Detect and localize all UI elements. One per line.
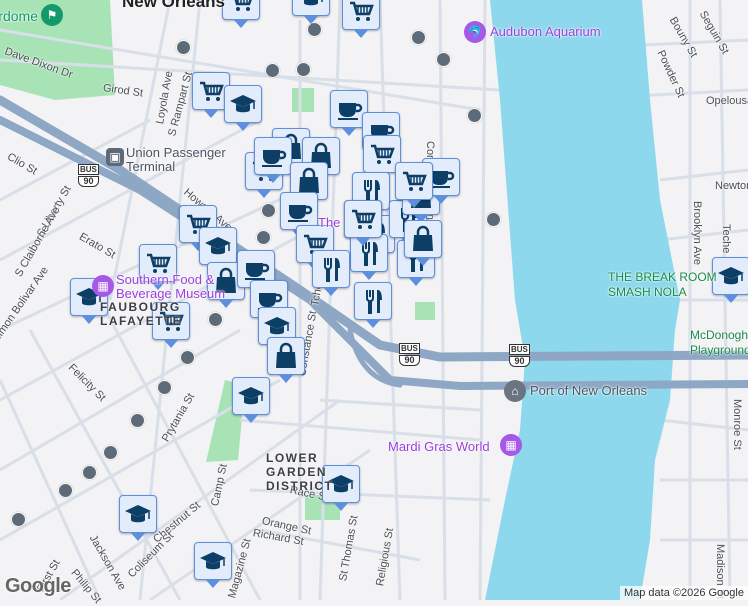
streetcar-stop-icon[interactable] — [436, 52, 451, 67]
mississippi-river — [485, 0, 680, 600]
superdome-pin-icon[interactable]: ⚑ — [41, 4, 63, 26]
place-marker-cart[interactable] — [342, 0, 380, 38]
poi-audubon-aquarium[interactable]: Audubon Aquarium — [490, 25, 601, 39]
poi-mcdonogh-playground[interactable]: McDonogh Playground — [690, 328, 748, 358]
port-pin-icon[interactable]: ⌂ — [504, 380, 526, 402]
lafayette-square — [292, 88, 314, 112]
streetcar-stop-icon[interactable] — [130, 413, 145, 428]
street-label: Newton St — [715, 180, 748, 192]
museum-pin-icon[interactable]: ▦ — [92, 275, 114, 297]
city-label: New Orleans — [122, 0, 225, 11]
fork-knife-icon — [366, 290, 382, 314]
place-marker-grad[interactable] — [119, 495, 157, 541]
place-marker-cart[interactable] — [222, 0, 260, 28]
graduation-cap-icon — [200, 552, 226, 570]
streetcar-stop-icon[interactable] — [467, 108, 482, 123]
aquarium-pin-icon[interactable]: 🐬 — [464, 21, 486, 43]
street-line — [438, 0, 447, 600]
route-shield-bus-90: BUS 90 — [78, 164, 99, 187]
streetcar-stop-icon[interactable] — [208, 312, 223, 327]
place-marker-cart[interactable] — [344, 200, 382, 246]
fork-knife-icon — [324, 258, 340, 282]
streetcar-stop-icon[interactable] — [265, 63, 280, 78]
google-logo[interactable]: Google — [5, 575, 71, 598]
street-label: Opelousas Ave — [706, 95, 748, 107]
coffee-cup-icon — [288, 205, 313, 222]
graduation-cap-icon — [125, 505, 151, 523]
place-marker-grad[interactable] — [292, 0, 330, 24]
place-marker-fork[interactable] — [312, 250, 350, 296]
shopping-cart-icon — [403, 171, 427, 191]
place-marker-grad[interactable] — [232, 377, 270, 423]
streetcar-stop-icon[interactable] — [411, 30, 426, 45]
place-marker-fork[interactable] — [354, 282, 392, 328]
shopping-bag-icon — [299, 167, 319, 193]
streetcar-stop-icon[interactable] — [11, 512, 26, 527]
streetcar-stop-icon[interactable] — [256, 230, 271, 245]
streetcar-stop-icon[interactable] — [82, 465, 97, 480]
shopping-cart-icon — [234, 0, 252, 11]
place-marker-grad[interactable] — [199, 227, 237, 273]
place-marker-grad[interactable] — [194, 542, 232, 588]
coffee-cup-icon — [338, 103, 363, 120]
shopping-cart-icon — [352, 209, 376, 229]
shopping-cart-icon — [371, 144, 395, 164]
streetcar-stop-icon[interactable] — [261, 203, 276, 218]
route-shield-bus-90: BUS 90 — [399, 343, 420, 366]
area-faubourg-lafayette: FAUBOURG LAFAYETTE — [100, 300, 183, 328]
place-marker-cart[interactable] — [395, 162, 433, 208]
graduation-cap-icon — [238, 387, 264, 405]
map-attribution[interactable]: Map data ©2026 Google — [619, 586, 748, 600]
graduation-cap-icon — [230, 95, 256, 113]
coffee-cup-icon — [262, 150, 287, 167]
streetcar-stop-icon[interactable] — [307, 22, 322, 37]
street-label: Monroe St — [731, 399, 743, 450]
shield-type: BUS — [399, 343, 420, 354]
shield-number: 90 — [509, 356, 530, 367]
streetcar-stop-icon[interactable] — [58, 483, 73, 498]
shield-type: BUS — [509, 344, 530, 355]
graduation-cap-icon — [205, 237, 231, 255]
street-label: Brooklyn Ave — [691, 201, 703, 266]
shield-type: BUS — [78, 164, 99, 175]
shopping-bag-icon — [276, 342, 296, 368]
streetcar-stop-icon[interactable] — [486, 212, 501, 227]
shopping-bag-icon — [413, 225, 433, 251]
poi-superdome[interactable]: Superdome — [0, 9, 38, 23]
place-marker-bag[interactable] — [267, 337, 305, 383]
route-shield-bus-90: BUS 90 — [509, 344, 530, 367]
mardi-gras-pin-icon[interactable]: ▦ — [500, 434, 522, 456]
streetcar-stop-icon[interactable] — [176, 40, 191, 55]
street-line — [659, 168, 748, 182]
streetcar-stop-icon[interactable] — [103, 445, 118, 460]
graduation-cap-icon — [264, 317, 290, 335]
place-marker-bag[interactable] — [404, 220, 442, 266]
street-line — [659, 228, 748, 242]
shield-number: 90 — [399, 355, 420, 366]
place-marker-grad[interactable] — [224, 85, 262, 131]
poi-mardi-gras-world[interactable]: Mardi Gras World — [388, 440, 490, 454]
shopping-cart-icon — [200, 81, 224, 101]
poi-southern-food-museum[interactable]: Southern Food & Beverage Museum — [116, 273, 256, 301]
shopping-cart-icon — [350, 1, 374, 21]
poi-the[interactable]: The — [318, 216, 340, 230]
poi-break-room[interactable]: THE BREAK ROOM SMASH NOLA — [608, 270, 748, 300]
streetcar-stop-icon[interactable] — [157, 380, 172, 395]
streetcar-stop-icon[interactable] — [180, 350, 195, 365]
streetcar-stop-icon[interactable] — [296, 62, 311, 77]
shield-number: 90 — [78, 176, 99, 187]
street-line — [319, 398, 481, 412]
area-lower-garden-district: LOWER GARDEN DISTRICT — [266, 451, 334, 493]
place-marker-cup[interactable] — [254, 137, 292, 183]
poi-union-passenger-terminal[interactable]: Union Passenger Terminal — [126, 146, 236, 174]
street-line — [0, 328, 241, 472]
train-station-icon: ▣ — [106, 148, 124, 166]
park-small — [415, 302, 435, 320]
poi-port-of-new-orleans[interactable]: Port of New Orleans — [530, 384, 647, 398]
graduation-cap-icon — [304, 0, 323, 6]
